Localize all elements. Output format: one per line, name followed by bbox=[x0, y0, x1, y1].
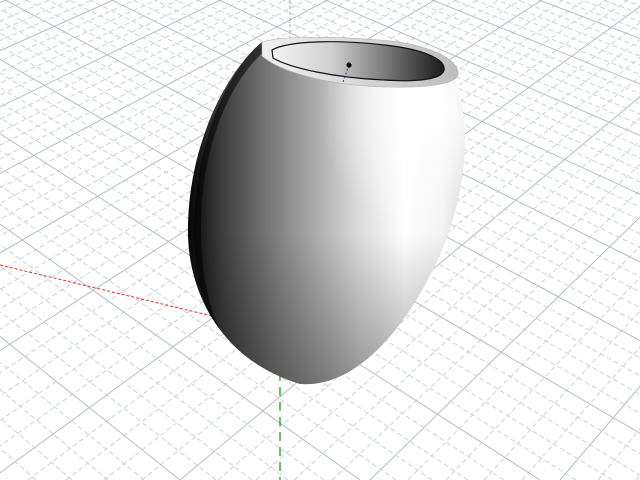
viewport-canvas[interactable] bbox=[0, 0, 640, 480]
grid-line bbox=[635, 474, 640, 480]
pivot-point[interactable] bbox=[346, 62, 352, 68]
3d-viewport[interactable] bbox=[0, 0, 640, 480]
grid-line bbox=[0, 335, 181, 480]
x-axis-line bbox=[0, 264, 213, 317]
vase-object[interactable] bbox=[180, 10, 510, 390]
grid-line bbox=[559, 385, 640, 480]
grid-line bbox=[0, 447, 37, 480]
grid-line bbox=[0, 417, 73, 480]
